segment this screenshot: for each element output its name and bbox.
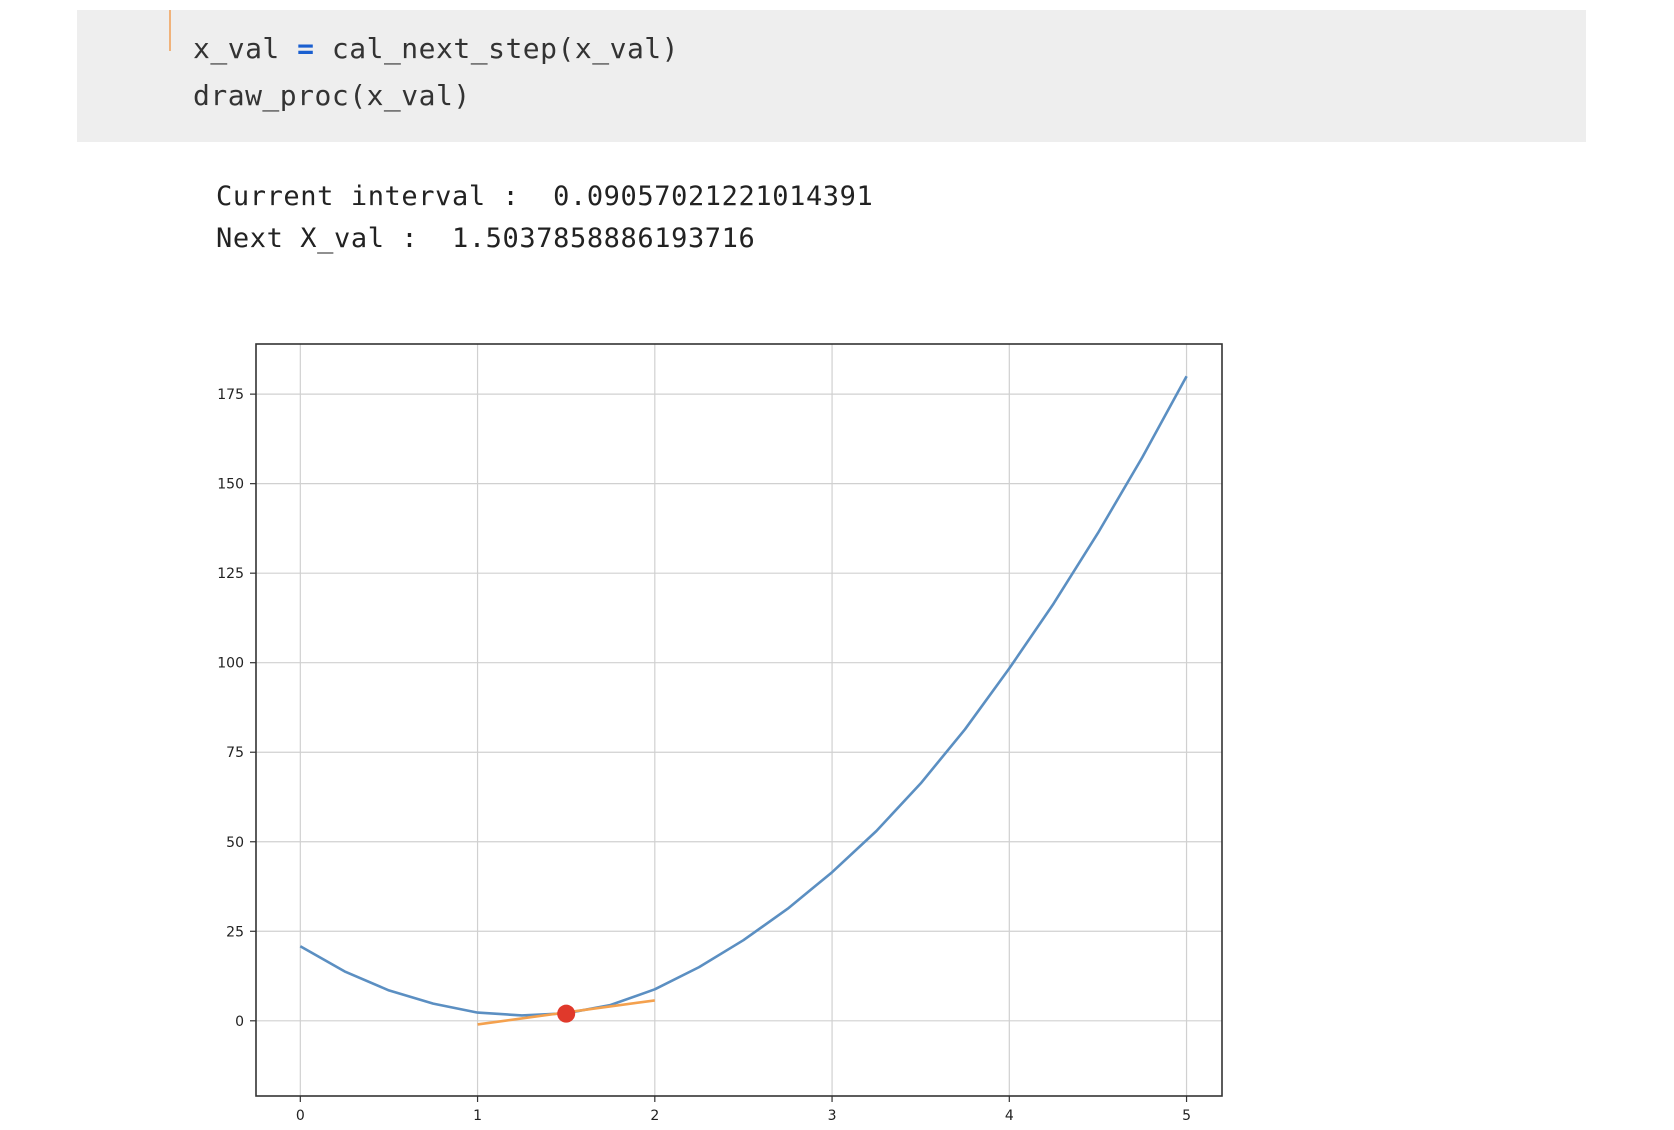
y-tick-label: 100	[217, 656, 244, 672]
y-tick-label: 150	[217, 477, 244, 493]
x-tick-label: 4	[1005, 1108, 1014, 1124]
plot-figure: 0 1 2 3 4 50255075100125150175	[217, 343, 1223, 1124]
x-tick-label: 1	[473, 1108, 482, 1124]
x-tick-label: 2	[650, 1108, 659, 1124]
y-tick-label: 25	[226, 924, 244, 940]
x-tick-label: 3	[828, 1108, 837, 1124]
y-tick-label: 75	[226, 745, 244, 761]
data-point-marker	[557, 1004, 576, 1023]
y-tick-label: 50	[226, 835, 244, 851]
x-tick-label: 5	[1182, 1108, 1191, 1124]
x-tick-label: 0	[296, 1108, 305, 1124]
function-curve	[299, 375, 1188, 1017]
plot-axes-frame	[255, 343, 1223, 1097]
y-tick-label: 125	[217, 566, 244, 582]
y-tick-label: 0	[235, 1014, 244, 1030]
y-tick-label: 175	[217, 387, 244, 403]
